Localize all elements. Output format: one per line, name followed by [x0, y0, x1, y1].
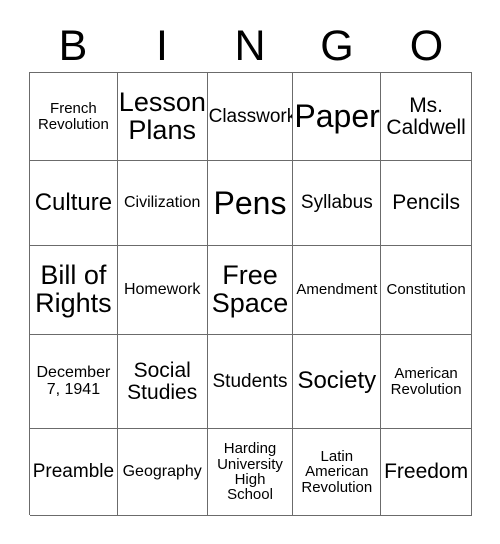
bingo-cell-free-space[interactable]: Free Space — [207, 246, 294, 335]
bingo-cell-label: Free Space — [211, 260, 289, 318]
bingo-cell-label: Classwork — [208, 105, 294, 127]
bingo-cell-label: Students — [212, 370, 288, 392]
bingo-cell-label: Latin American Revolution — [301, 448, 373, 496]
bingo-row: December 7, 1941 Social Studies Students… — [30, 335, 472, 429]
bingo-cell[interactable]: Ms. Caldwell — [381, 73, 472, 161]
bingo-cell[interactable]: American Revolution — [381, 335, 472, 429]
bingo-cell[interactable]: Culture — [30, 161, 118, 246]
bingo-cell[interactable]: Pencils — [381, 161, 472, 246]
bingo-cell[interactable]: Society — [293, 335, 382, 429]
bingo-cell[interactable]: Paper — [293, 73, 382, 161]
bingo-cell-label: December 7, 1941 — [36, 364, 111, 398]
bingo-cell[interactable]: Students — [207, 335, 294, 429]
bingo-cell[interactable]: Syllabus — [293, 161, 382, 246]
bingo-cell-label: French Revolution — [37, 100, 109, 133]
bingo-cell[interactable]: Lesson Plans — [117, 73, 208, 161]
bingo-row: Preamble Geography Harding University Hi… — [30, 429, 472, 516]
bingo-cell[interactable]: Homework — [117, 246, 208, 335]
bingo-cell-label: Harding University High School — [217, 440, 283, 504]
bingo-cell-label: Paper — [294, 98, 380, 135]
bingo-cell-label: Society — [297, 367, 377, 395]
header-letter-i: I — [156, 22, 168, 70]
bingo-row: French Revolution Lesson Plans Classwork… — [30, 73, 472, 161]
bingo-cell-label: Lesson Plans — [118, 86, 206, 145]
bingo-cell-label: Pens — [213, 184, 287, 221]
bingo-header: B I N G O — [29, 14, 472, 68]
bingo-cell-label: Civilization — [123, 193, 201, 211]
bingo-cell[interactable]: French Revolution — [30, 73, 118, 161]
bingo-cell[interactable]: Pens — [207, 161, 294, 246]
bingo-cell-label: Culture — [34, 188, 113, 216]
bingo-cell-label: Freedom — [384, 460, 469, 484]
bingo-cell[interactable]: Social Studies — [117, 335, 208, 429]
bingo-row: Bill of Rights Homework Free Space Amend… — [30, 246, 472, 335]
bingo-cell[interactable]: Preamble — [30, 429, 118, 516]
bingo-cell-label: Ms. Caldwell — [386, 94, 466, 139]
bingo-cell[interactable]: December 7, 1941 — [30, 335, 118, 429]
bingo-cell[interactable]: Amendment — [293, 246, 382, 335]
bingo-cell-label: Syllabus — [300, 192, 373, 214]
bingo-cell-label: Amendment — [296, 281, 378, 299]
bingo-cell[interactable]: Constitution — [381, 246, 472, 335]
bingo-grid: French Revolution Lesson Plans Classwork… — [29, 72, 472, 516]
bingo-cell-label: American Revolution — [390, 365, 462, 398]
bingo-cell-label: Constitution — [386, 281, 466, 299]
bingo-cell-label: Bill of Rights — [35, 260, 112, 318]
bingo-cell-label: Social Studies — [127, 359, 198, 404]
bingo-card: B I N G O French Revolution Lesson Plans… — [0, 0, 500, 544]
bingo-cell-label: Preamble — [32, 461, 115, 483]
header-letter-o: O — [409, 22, 444, 70]
bingo-cell-label: Geography — [122, 462, 202, 480]
header-letter-n: N — [234, 22, 266, 70]
bingo-cell[interactable]: Geography — [117, 429, 208, 516]
bingo-cell[interactable]: Harding University High School — [207, 429, 294, 516]
bingo-cell[interactable]: Freedom — [381, 429, 472, 516]
bingo-cell[interactable]: Civilization — [117, 161, 208, 246]
bingo-cell-label: Pencils — [392, 191, 460, 215]
bingo-cell[interactable]: Latin American Revolution — [293, 429, 382, 516]
header-letter-g: G — [320, 22, 354, 70]
bingo-cell-label: Homework — [123, 280, 201, 298]
bingo-cell[interactable]: Bill of Rights — [30, 246, 118, 335]
header-letter-b: B — [58, 22, 88, 70]
bingo-cell[interactable]: Classwork — [207, 73, 294, 161]
bingo-row: Culture Civilization Pens Syllabus Penci… — [30, 161, 472, 246]
